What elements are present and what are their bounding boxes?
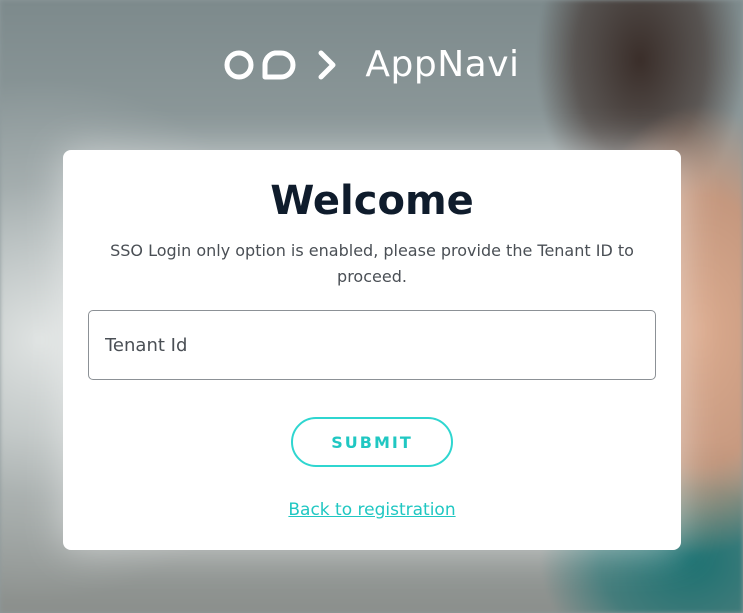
login-card: Welcome SSO Login only option is enabled… — [63, 150, 681, 550]
tenant-id-input[interactable] — [88, 310, 656, 380]
tenant-field-wrapper — [88, 310, 656, 380]
logo-mark-icon — [223, 45, 343, 85]
submit-button[interactable]: SUBMIT — [291, 417, 453, 467]
appnavi-logo: AppNavi — [223, 44, 519, 85]
logo-shapes-icon — [224, 50, 336, 79]
header: AppNavi — [0, 44, 743, 85]
brand-name: AppNavi — [365, 44, 520, 85]
back-to-registration-link[interactable]: Back to registration — [63, 500, 681, 520]
page-title: Welcome — [270, 178, 474, 224]
instruction-text: SSO Login only option is enabled, please… — [110, 241, 634, 286]
